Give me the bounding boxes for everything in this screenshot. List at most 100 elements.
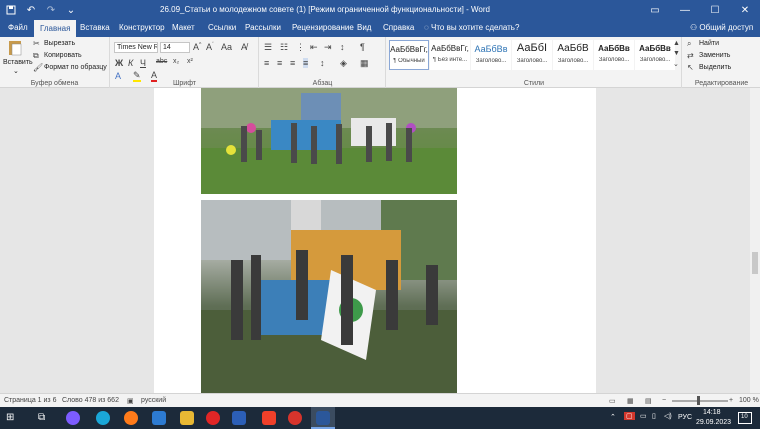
paste-button[interactable]: Вставить ⌄: [3, 39, 33, 77]
underline-button[interactable]: Ч: [140, 58, 146, 68]
zoom-in-icon[interactable]: +: [729, 397, 733, 404]
bullets-icon[interactable]: ☰: [264, 42, 272, 53]
tab-review[interactable]: Рецензирование: [292, 23, 354, 32]
search-icon[interactable]: [66, 411, 80, 425]
grow-font-icon[interactable]: A^: [193, 42, 201, 52]
word-taskbar-button[interactable]: [311, 407, 335, 429]
zoom-out-icon[interactable]: −: [662, 397, 666, 404]
start-icon[interactable]: ⊞: [6, 412, 14, 423]
yandex-browser-icon[interactable]: [262, 411, 276, 425]
word-count[interactable]: Слово 478 из 662: [62, 397, 119, 404]
justify-icon[interactable]: ≡: [303, 58, 309, 68]
style-heading-5[interactable]: АаБбВв Заголово...: [635, 40, 675, 70]
replace-label: Заменить: [699, 52, 731, 59]
strikethrough-button[interactable]: abc: [156, 58, 167, 65]
font-group-label: Шрифт: [172, 80, 197, 87]
numbering-icon[interactable]: ☷: [280, 42, 288, 53]
style-heading-2[interactable]: АаБбI Заголово...: [512, 40, 552, 70]
ribbon-options-icon[interactable]: ▭: [640, 0, 670, 20]
group-photo-1-image: [201, 88, 457, 194]
tab-view[interactable]: Вид: [357, 23, 371, 32]
font-size-select[interactable]: 14: [160, 42, 190, 53]
network-icon[interactable]: ▭: [640, 412, 647, 420]
zoom-slider-thumb[interactable]: [697, 396, 700, 405]
style-heading-1[interactable]: АаБбВв Заголово...: [471, 40, 511, 70]
page-count[interactable]: Страница 1 из 6: [4, 397, 56, 404]
tab-file[interactable]: Файл: [8, 23, 28, 32]
style-heading-3[interactable]: АаБбВ Заголово...: [553, 40, 593, 70]
vertical-scrollbar[interactable]: [750, 88, 760, 393]
align-right-icon[interactable]: ≡: [290, 58, 295, 68]
font-name-select[interactable]: Times New R: [114, 42, 158, 53]
line-spacing-icon[interactable]: ↕: [320, 58, 325, 68]
web-layout-icon[interactable]: ▤: [645, 397, 652, 405]
yandex-icon[interactable]: [206, 411, 220, 425]
style-heading-4[interactable]: АаБбВв Заголово...: [594, 40, 634, 70]
scroll-thumb[interactable]: [752, 252, 758, 274]
gov-icon[interactable]: [232, 411, 246, 425]
superscript-button[interactable]: x²: [187, 58, 193, 65]
minimize-icon[interactable]: —: [670, 0, 700, 20]
zoom-level[interactable]: 100 %: [739, 397, 759, 404]
tab-design[interactable]: Конструктор: [119, 23, 165, 32]
group-photo-1[interactable]: [201, 88, 457, 194]
zoom-slider[interactable]: [672, 400, 728, 402]
chevron-up-icon[interactable]: ⌃: [610, 413, 616, 421]
tab-help[interactable]: Справка: [383, 23, 414, 32]
input-language[interactable]: РУС: [678, 414, 692, 421]
print-layout-icon[interactable]: ▦: [627, 397, 634, 405]
multilevel-list-icon[interactable]: ⋮: [296, 42, 305, 53]
firefox-icon[interactable]: [124, 411, 138, 425]
group-photo-2-image: [201, 200, 457, 393]
maximize-icon[interactable]: ☐: [700, 0, 730, 20]
style-normal[interactable]: АаБбВвГг, ¶ Обычный: [389, 40, 429, 70]
redo-icon[interactable]: ↷: [44, 3, 58, 17]
volume-icon[interactable]: ◁): [664, 412, 672, 420]
tab-references[interactable]: Ссылки: [208, 23, 236, 32]
tell-me-search[interactable]: ◌ Что вы хотите сделать?: [424, 23, 519, 32]
files-icon[interactable]: [288, 411, 302, 425]
increase-indent-icon[interactable]: ⇥: [324, 42, 332, 53]
borders-icon[interactable]: ▦: [360, 58, 369, 69]
customize-icon[interactable]: ⌄: [64, 3, 78, 17]
tray-app-icon[interactable]: ▢: [624, 412, 635, 420]
change-case-icon[interactable]: Aa: [221, 42, 232, 52]
group-photo-2[interactable]: [201, 200, 457, 393]
italic-button[interactable]: К: [128, 58, 133, 68]
task-view-icon[interactable]: ⧉: [38, 412, 45, 423]
read-mode-icon[interactable]: ▭: [609, 397, 616, 405]
tab-insert[interactable]: Вставка: [80, 23, 110, 32]
decrease-indent-icon[interactable]: ⇤: [310, 42, 318, 53]
notifications-button[interactable]: 10: [738, 412, 752, 424]
close-icon[interactable]: ✕: [730, 0, 760, 20]
align-center-icon[interactable]: ≡: [277, 58, 282, 68]
style-no-spacing[interactable]: АаБбВвГг, ¶ Без инте...: [430, 40, 470, 70]
show-marks-icon[interactable]: ¶: [360, 42, 365, 52]
align-left-icon[interactable]: ≡: [264, 58, 269, 68]
clear-formatting-icon[interactable]: A̸: [241, 42, 247, 52]
shading-icon[interactable]: ◈: [340, 58, 347, 69]
tab-home[interactable]: Главная: [34, 20, 77, 37]
tab-layout[interactable]: Макет: [172, 23, 195, 32]
undo-icon[interactable]: ↶: [24, 3, 38, 17]
explorer-icon[interactable]: [180, 411, 194, 425]
subscript-button[interactable]: x₂: [173, 58, 179, 65]
style-preview: АаБбВв: [598, 44, 630, 53]
save-icon[interactable]: [4, 3, 18, 17]
app-icon[interactable]: [152, 411, 166, 425]
sort-icon[interactable]: ↕: [340, 42, 345, 52]
tab-mailings[interactable]: Рассылки: [245, 23, 281, 32]
shrink-font-icon[interactable]: Aˇ: [206, 42, 214, 52]
battery-icon[interactable]: ▯: [652, 412, 656, 420]
share-button[interactable]: ⚇ Общий доступ: [690, 23, 753, 32]
styles-more-icon[interactable]: ⌄: [673, 60, 679, 68]
language[interactable]: русский: [141, 397, 166, 404]
styles-scroll-down-icon[interactable]: ▼: [673, 50, 680, 57]
edge-icon[interactable]: [96, 411, 110, 425]
clock-date[interactable]: 29.09.2023: [696, 419, 731, 426]
document-page[interactable]: [154, 88, 596, 393]
bold-button[interactable]: Ж: [115, 58, 123, 68]
styles-scroll-up-icon[interactable]: ▲: [673, 40, 680, 47]
clock-time[interactable]: 14:18: [703, 409, 721, 416]
proofing-icon[interactable]: ▣: [127, 397, 134, 405]
